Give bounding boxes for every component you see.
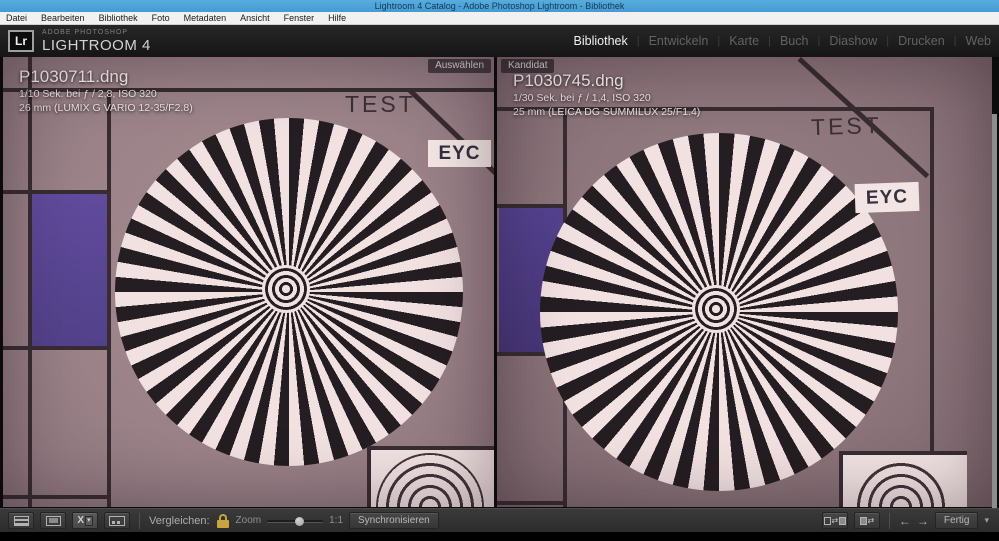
star-center-rings (692, 285, 740, 333)
grid-view-button[interactable] (8, 512, 34, 529)
next-photo-button[interactable]: → (917, 515, 929, 527)
select-badge: Auswählen (428, 59, 491, 73)
photo-lens: 26 mm (LUMIX G VARIO 12-35/F2.8) (19, 102, 193, 114)
module-bibliothek[interactable]: Bibliothek (574, 34, 628, 48)
menu-foto[interactable]: Foto (152, 13, 170, 23)
toolbar-left: X ▾ Vergleichen: Zoom 1:1 Synchronisiere… (8, 512, 439, 529)
menu-bearbeiten[interactable]: Bearbeiten (41, 13, 85, 23)
brand-lightroom-4: LIGHTROOM 4 (42, 37, 151, 54)
promote-icon: ⇄ (859, 516, 874, 525)
concentric-rings-target (371, 450, 494, 507)
photo-exposure: 1/30 Sek. bei ƒ / 1,4, ISO 320 (513, 92, 651, 104)
photo-filename: P1030711.dng (19, 67, 129, 86)
compare-view-button[interactable]: X ▾ (72, 512, 98, 529)
chart-frame-line (107, 88, 111, 507)
photo-filename: P1030745.dng (513, 71, 624, 90)
toolbar-divider (888, 512, 890, 529)
survey-view-icon (109, 515, 125, 526)
purple-color-patch (32, 194, 107, 346)
bottom-edge (0, 532, 999, 541)
toolbar-right: ⇄ ⇄ ← → Fertig ▾ (821, 512, 989, 529)
menu-datei[interactable]: Datei (6, 13, 27, 23)
toolbar-divider (139, 512, 140, 529)
synchronize-button[interactable]: Synchronisieren (349, 512, 439, 529)
lightroom-window: Lightroom 4 Catalog - Adobe Photoshop Li… (0, 0, 999, 541)
photo-info-overlay: P1030711.dng 1/10 Sek. bei ƒ / 2,8, ISO … (19, 67, 193, 115)
module-entwickeln[interactable]: Entwickeln (649, 34, 709, 48)
menu-hilfe[interactable]: Hilfe (328, 13, 346, 23)
loupe-view-button[interactable] (40, 512, 66, 529)
photo-exposure: 1/10 Sek. bei ƒ / 2,8, ISO 320 (19, 88, 157, 100)
done-button[interactable]: Fertig (934, 512, 979, 529)
module-separator: | (768, 35, 771, 47)
grid-view-icon (13, 515, 29, 526)
photo-info-overlay: P1030745.dng 1/30 Sek. bei ƒ / 1,4, ISO … (513, 71, 700, 119)
module-karte[interactable]: Karte (729, 34, 759, 48)
menu-metadaten[interactable]: Metadaten (184, 13, 227, 23)
concentric-rings-target (843, 455, 967, 507)
chevron-down-icon[interactable]: ▾ (85, 515, 93, 526)
star-center-rings (262, 265, 310, 313)
concentric-rings (851, 457, 951, 507)
swap-select-candidate-button[interactable]: ⇄ (821, 512, 848, 529)
app-header: Lr ADOBE PHOTOSHOP LIGHTROOM 4 Bibliothe… (0, 25, 999, 57)
zoom-lock-icon[interactable] (216, 513, 230, 528)
module-separator: | (636, 35, 640, 47)
photo-lens: 25 mm (LEICA DG SUMMILUX 25/F1.4) (513, 106, 701, 118)
module-separator: | (953, 35, 957, 47)
module-buch[interactable]: Buch (780, 34, 809, 48)
zoom-slider[interactable] (267, 516, 324, 526)
title-bar: Lightroom 4 Catalog - Adobe Photoshop Li… (0, 0, 999, 12)
chart-frame-line (930, 107, 934, 453)
menu-bar: Datei Bearbeiten Bibliothek Foto Metadat… (0, 12, 999, 25)
window-title: Lightroom 4 Catalog - Adobe Photoshop Li… (374, 1, 625, 11)
chart-test-label: TEST (810, 111, 883, 141)
chart-frame-line (497, 501, 563, 505)
toolbar-options-chevron-icon[interactable]: ▾ (984, 515, 989, 526)
swap-icon: ⇄ (823, 516, 847, 525)
chart-frame-line (3, 346, 111, 350)
compare-label: Vergleichen: (149, 514, 210, 527)
module-separator: | (817, 35, 821, 47)
chart-frame-line (3, 495, 107, 499)
siemens-star-chart (115, 118, 463, 466)
compare-select-pane[interactable]: TEST EYC Auswählen P1030711.dng 1/10 Sek… (3, 57, 494, 507)
brand-block: ADOBE PHOTOSHOP LIGHTROOM 4 (42, 29, 151, 54)
zoom-slider-thumb[interactable] (295, 516, 305, 526)
brand-adobe-photoshop: ADOBE PHOTOSHOP (42, 29, 129, 36)
menu-fenster[interactable]: Fenster (284, 13, 315, 23)
loupe-view-icon (45, 515, 61, 526)
chart-eyc-label: EYC (428, 140, 491, 167)
module-drucken[interactable]: Drucken (898, 34, 945, 48)
zoom-ratio-value: 1:1 (329, 515, 344, 526)
make-candidate-select-button[interactable]: ⇄ (853, 512, 880, 529)
module-picker: Bibliothek | Entwickeln | Karte | Buch |… (574, 25, 991, 57)
module-web[interactable]: Web (966, 34, 991, 48)
compare-view-icon: X (77, 514, 85, 526)
menu-ansicht[interactable]: Ansicht (240, 13, 270, 23)
menu-bibliothek[interactable]: Bibliothek (99, 13, 138, 23)
toolbar: X ▾ Vergleichen: Zoom 1:1 Synchronisiere… (0, 508, 999, 532)
survey-view-button[interactable] (104, 512, 130, 529)
previous-photo-button[interactable]: ← (899, 515, 911, 527)
zoom-label: Zoom (235, 515, 262, 526)
module-separator: | (886, 35, 890, 47)
concentric-rings (376, 453, 484, 507)
siemens-star-chart (540, 133, 898, 491)
chart-test-label: TEST (345, 91, 416, 117)
compare-view-area: TEST EYC Auswählen P1030711.dng 1/10 Sek… (0, 57, 999, 541)
right-panel-collapse-handle[interactable] (992, 114, 997, 541)
lr-logo-icon: Lr (8, 30, 34, 52)
compare-candidate-pane[interactable]: TEST EYC Kandidat P1030745.dng 1/30 Sek.… (497, 57, 992, 507)
chart-eyc-label: EYC (854, 181, 920, 214)
module-separator: | (717, 35, 721, 47)
module-diashow[interactable]: Diashow (829, 34, 877, 48)
